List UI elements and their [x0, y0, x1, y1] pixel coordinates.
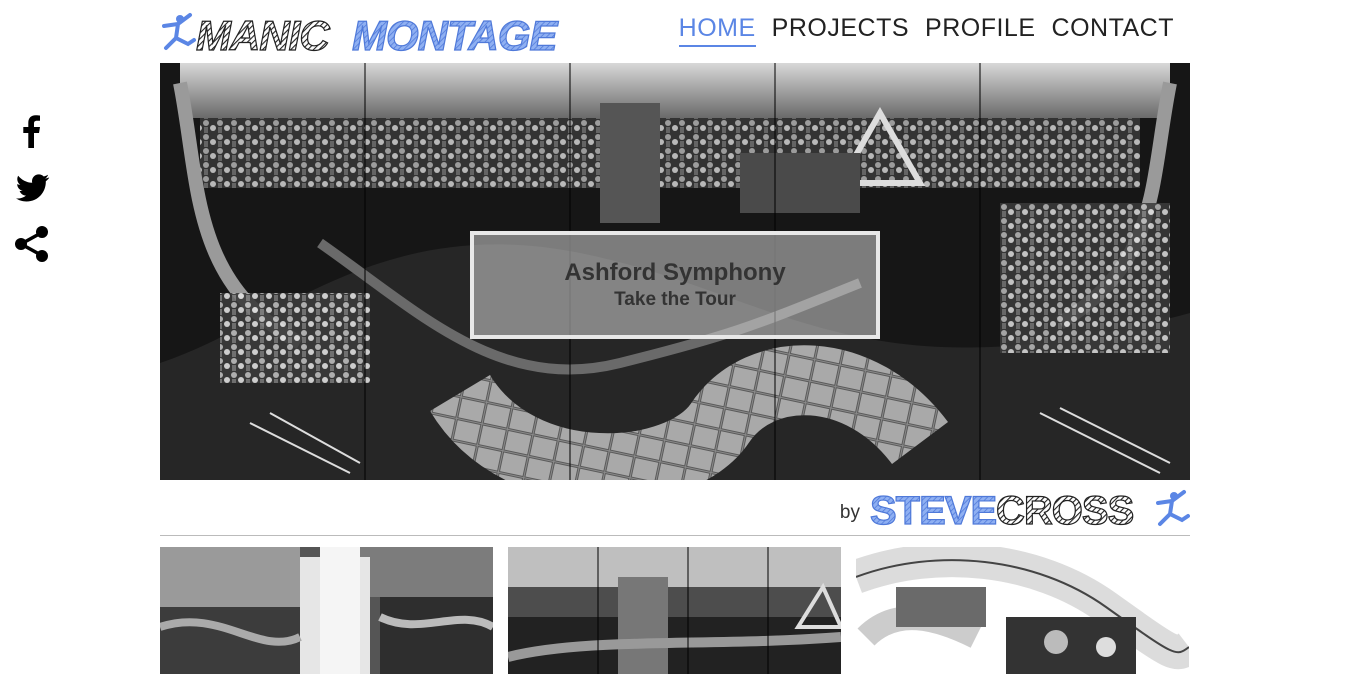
nav-contact[interactable]: CONTACT	[1052, 14, 1174, 47]
main-nav: HOME PROJECTS PROFILE CONTACT	[678, 14, 1174, 47]
share-icon	[15, 226, 48, 262]
nav-projects[interactable]: PROJECTS	[772, 14, 909, 47]
dancer-figure-icon	[162, 13, 196, 50]
site-header: MANIC MONTAGE HOME PROJECTS PROFILE CONT…	[160, 0, 1190, 62]
hero-title: Ashford Symphony	[564, 259, 786, 286]
artist-signature: by STEVE CROSS	[160, 484, 1190, 536]
twitter-link[interactable]	[12, 168, 52, 208]
hero-subtitle: Take the Tour	[614, 289, 736, 310]
facebook-icon	[23, 115, 40, 148]
by-label: by	[839, 502, 860, 523]
project-thumb-waterfall[interactable]	[160, 547, 493, 674]
share-link[interactable]	[12, 224, 52, 264]
artist-name-cross: CROSS	[996, 489, 1134, 528]
project-thumbnails	[160, 547, 1190, 674]
artist-name-logo[interactable]: STEVE CROSS	[868, 486, 1190, 534]
project-thumb-leisure[interactable]	[856, 547, 1189, 674]
nav-profile[interactable]: PROFILE	[925, 14, 1035, 47]
hero-banner[interactable]: Ashford Symphony Take the Tour	[160, 63, 1190, 480]
facebook-link[interactable]	[12, 112, 52, 152]
nav-home[interactable]: HOME	[678, 14, 756, 47]
twitter-icon	[15, 174, 50, 202]
leisure-centre-image	[856, 547, 1189, 674]
dancer-figure-icon	[1156, 490, 1190, 526]
logo-text-montage: MONTAGE	[352, 12, 560, 56]
social-sidebar	[12, 112, 52, 280]
project-thumb-ashford[interactable]	[508, 547, 841, 674]
waterfall-image	[160, 547, 493, 674]
site-logo[interactable]: MANIC MONTAGE	[160, 10, 590, 56]
ashford-image	[508, 547, 841, 674]
hero-tour-card[interactable]: Ashford Symphony Take the Tour	[470, 231, 880, 339]
artist-name-steve: STEVE	[870, 489, 996, 528]
logo-text-manic: MANIC	[196, 12, 330, 56]
